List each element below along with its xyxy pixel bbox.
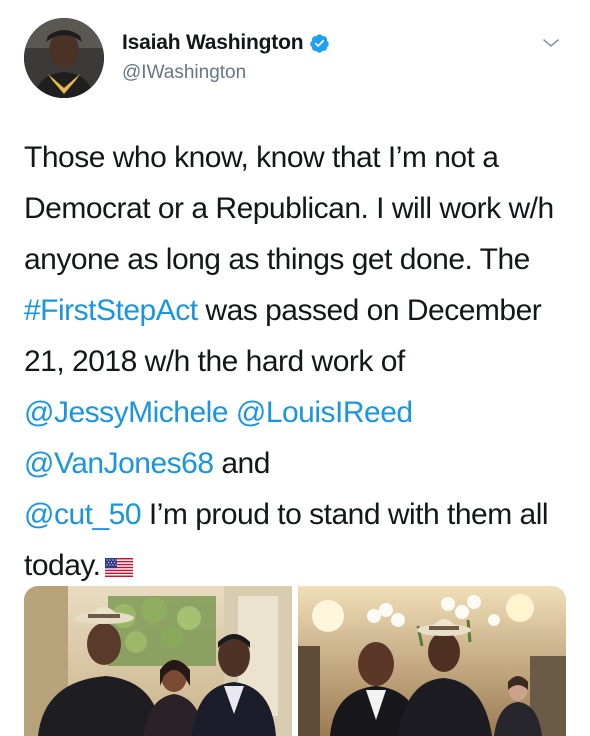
tweet-text-segment: and xyxy=(213,447,270,480)
us-flag-emoji xyxy=(104,558,133,577)
verified-badge-icon xyxy=(310,33,330,53)
author-names: Isaiah Washington @IWashington xyxy=(122,30,330,84)
tweet-text-segment: Those who know, know that I’m not a Demo… xyxy=(24,141,554,276)
mention-link[interactable]: @JessyMichele xyxy=(24,396,229,429)
mention-link[interactable]: @VanJones68 xyxy=(24,447,214,480)
mention-link[interactable]: @LouisIReed xyxy=(236,396,413,429)
author-handle[interactable]: @IWashington xyxy=(122,62,330,84)
hashtag-link[interactable]: #FirstStepAct xyxy=(24,294,198,327)
display-name-row: Isaiah Washington xyxy=(122,30,330,56)
tweet-text-segment xyxy=(228,396,236,429)
avatar[interactable] xyxy=(24,18,104,98)
tweet-header: Isaiah Washington @IWashington xyxy=(24,18,570,104)
tweet-media xyxy=(24,586,566,736)
mention-link[interactable]: @cut_50 xyxy=(24,498,142,531)
tweet-text: Those who know, know that I’m not a Demo… xyxy=(24,132,576,591)
display-name[interactable]: Isaiah Washington xyxy=(122,31,304,55)
chevron-down-icon[interactable] xyxy=(540,32,562,54)
photo-two-men-event[interactable] xyxy=(298,586,566,736)
photo-group-three-people[interactable] xyxy=(24,586,292,736)
